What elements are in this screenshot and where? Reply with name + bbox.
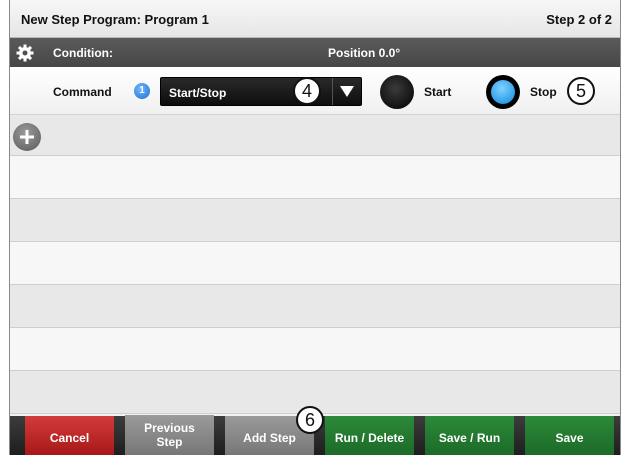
chevron-down-icon[interactable] bbox=[332, 78, 361, 105]
previous-step-label-line1: Previous bbox=[144, 421, 195, 435]
title-bar: New Step Program: Program 1 Step 2 of 2 bbox=[10, 0, 620, 38]
position-readout: Position 0.0° bbox=[328, 46, 401, 60]
info-badge-icon[interactable]: 1 bbox=[134, 83, 150, 99]
callout-4: 4 bbox=[293, 77, 321, 105]
step-indicator: Step 2 of 2 bbox=[546, 12, 612, 27]
radio-start-label: Start bbox=[424, 85, 452, 99]
cancel-button-label: Cancel bbox=[49, 430, 90, 445]
run-delete-button-label: Run / Delete bbox=[334, 430, 405, 445]
list-row bbox=[10, 115, 620, 156]
list-row bbox=[10, 285, 620, 328]
radio-stop[interactable] bbox=[486, 75, 520, 109]
add-condition-button[interactable] bbox=[13, 123, 41, 151]
save-run-button-label: Save / Run bbox=[438, 430, 501, 445]
callout-6: 6 bbox=[296, 406, 324, 434]
list-row bbox=[10, 156, 620, 199]
command-dropdown-value: Start/Stop bbox=[169, 86, 227, 100]
list-row bbox=[10, 199, 620, 242]
step-list bbox=[10, 115, 620, 416]
callout-5: 5 bbox=[567, 77, 595, 105]
cancel-button[interactable]: Cancel bbox=[25, 416, 114, 455]
save-run-button[interactable]: Save / Run bbox=[425, 416, 514, 455]
plus-icon bbox=[20, 130, 34, 144]
list-row bbox=[10, 242, 620, 285]
radio-stop-selected-dot bbox=[491, 80, 515, 104]
condition-label: Condition: bbox=[53, 46, 113, 60]
list-row bbox=[10, 328, 620, 371]
condition-bar: Condition: Position 0.0° bbox=[10, 38, 620, 67]
command-label: Command bbox=[53, 85, 112, 99]
app-window: New Step Program: Program 1 Step 2 of 2 … bbox=[9, 0, 621, 455]
radio-stop-label: Stop bbox=[530, 85, 557, 99]
save-button-label: Save bbox=[555, 430, 584, 445]
add-step-button-label: Add Step bbox=[243, 430, 296, 445]
command-dropdown[interactable]: Start/Stop bbox=[160, 77, 362, 106]
previous-step-button[interactable]: Previous Step bbox=[125, 415, 214, 455]
previous-step-label-line2: Step bbox=[156, 435, 183, 449]
save-button[interactable]: Save bbox=[525, 416, 614, 455]
radio-start[interactable] bbox=[380, 75, 414, 109]
run-delete-button[interactable]: Run / Delete bbox=[325, 416, 414, 455]
program-title: New Step Program: Program 1 bbox=[21, 12, 209, 27]
gear-icon[interactable] bbox=[16, 44, 34, 62]
